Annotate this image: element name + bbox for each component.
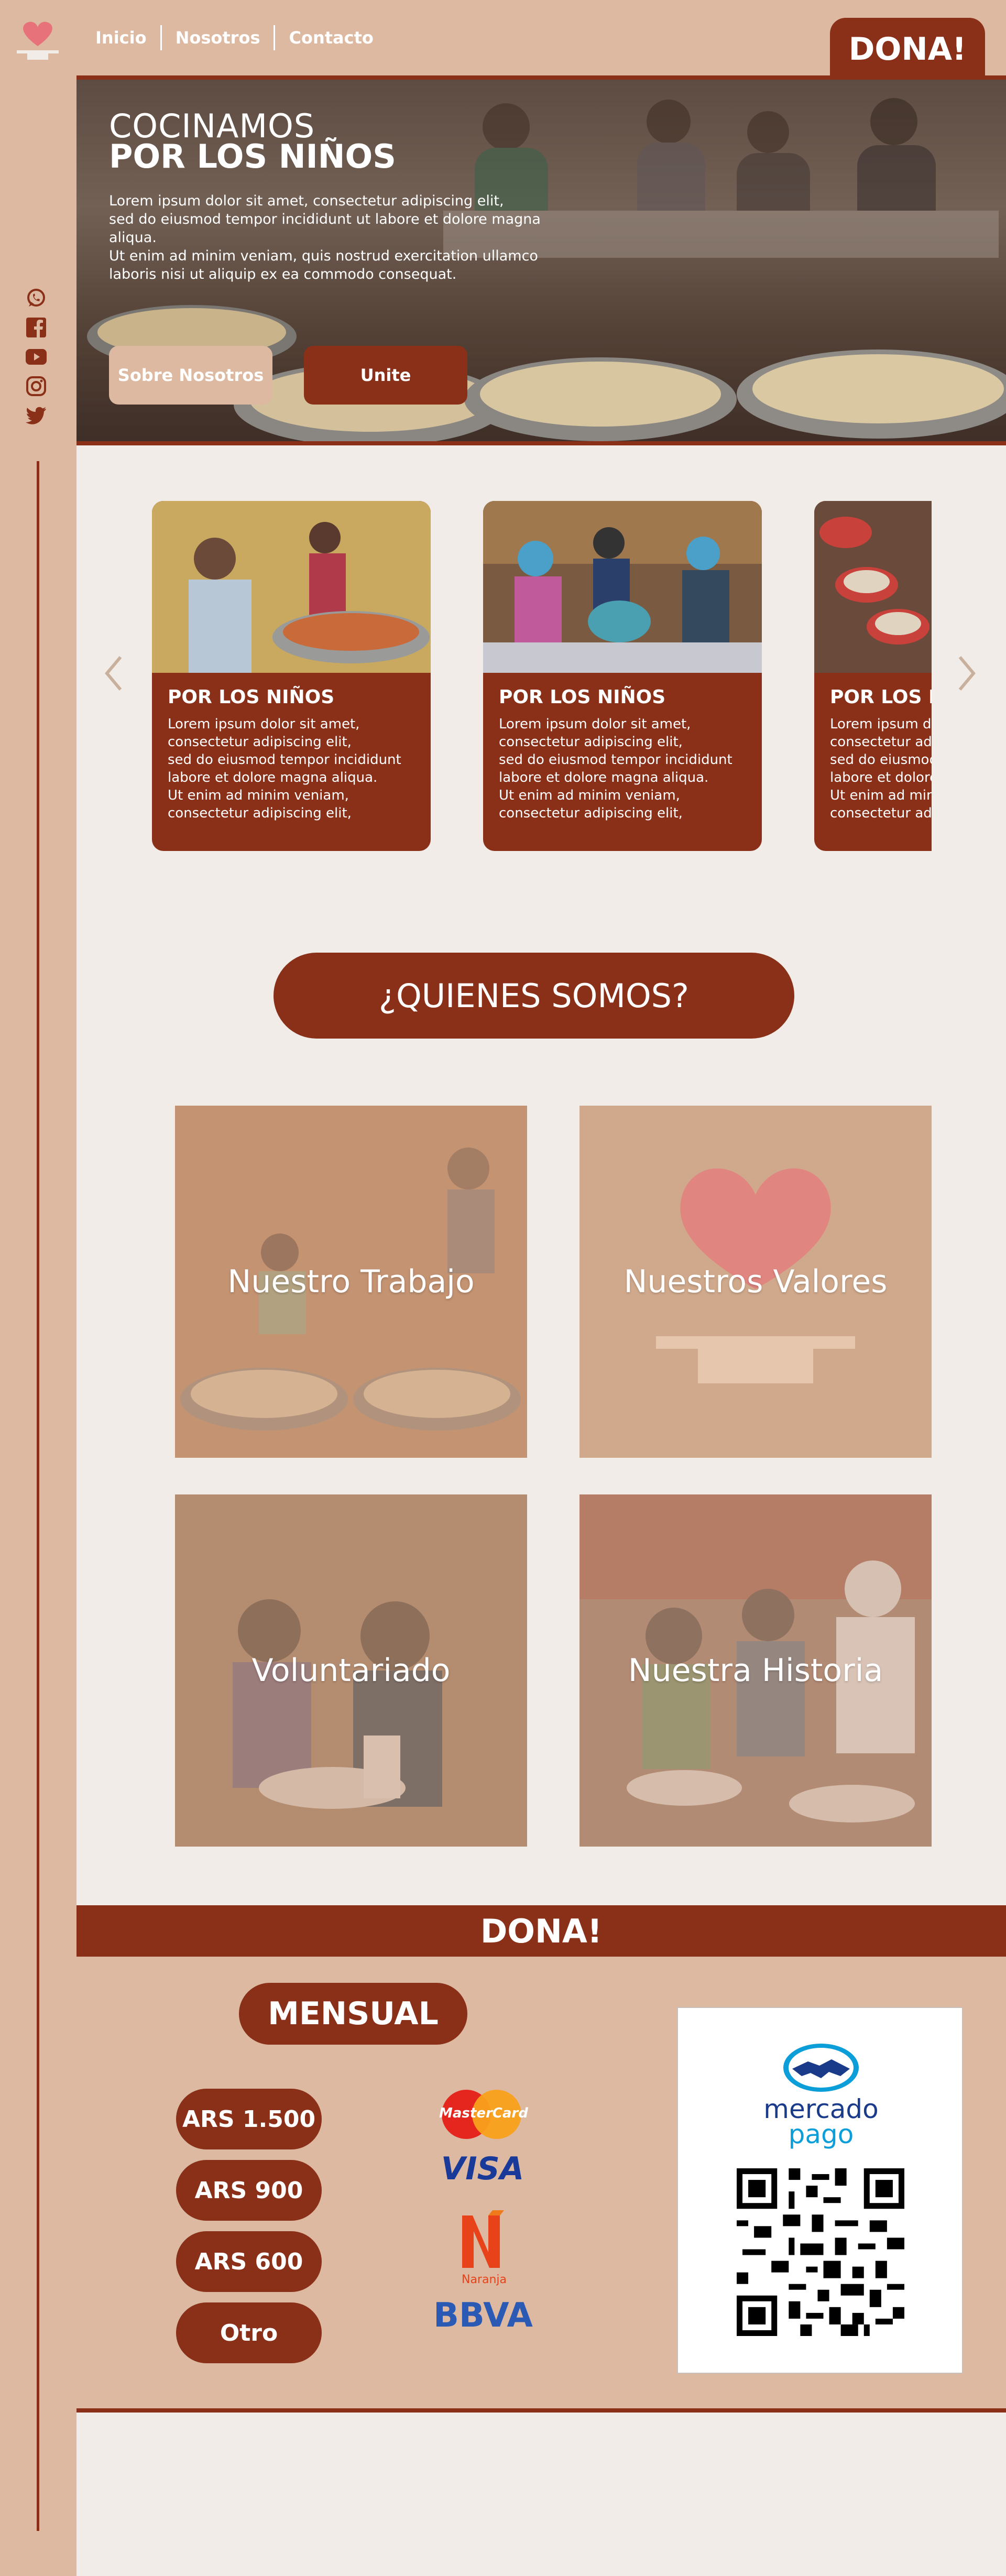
tile-nuestro-trabajo[interactable]: Nuestro Trabajo bbox=[175, 1106, 527, 1458]
carousel-card[interactable]: POR LOS NIÑOS Lorem ipsum dolor sit amet… bbox=[152, 501, 431, 851]
main-nav: Inicio Nosotros Contacto bbox=[82, 25, 387, 50]
card-photo bbox=[483, 501, 762, 673]
amount-1500-button[interactable]: ARS 1.500 bbox=[176, 2089, 322, 2149]
amount-600-button[interactable]: ARS 600 bbox=[176, 2231, 322, 2292]
tile-label: Nuestro Trabajo bbox=[227, 1263, 475, 1300]
mercadopago-text-line2: pago bbox=[788, 2119, 854, 2149]
tile-label: Voluntariado bbox=[252, 1652, 451, 1689]
bbva-logo[interactable]: BBVA bbox=[431, 2296, 535, 2338]
tile-nuestros-valores[interactable]: Nuestros Valores bbox=[579, 1106, 932, 1458]
card-text: Lorem ipsum dolor sit amet, consectetur … bbox=[499, 716, 732, 821]
card-photo bbox=[814, 501, 932, 673]
carousel-prev-arrow-icon[interactable] bbox=[103, 655, 124, 692]
donate-button[interactable]: DONA! bbox=[830, 18, 985, 81]
hero-description: Lorem ipsum dolor sit amet, consectetur … bbox=[109, 193, 541, 282]
mercadopago-qr-box[interactable]: mercado pago bbox=[677, 2007, 963, 2374]
amount-other-button[interactable]: Otro bbox=[176, 2302, 322, 2363]
carousel-card[interactable]: POR LOS NIÑOS Lorem ipsum dolor sit amet… bbox=[814, 501, 932, 851]
hero-banner: COCINAMOS POR LOS NIÑOS Lorem ipsum dolo… bbox=[76, 80, 1006, 441]
carousel-card[interactable]: POR LOS NIÑOS Lorem ipsum dolor sit amet… bbox=[483, 501, 762, 851]
social-links bbox=[25, 287, 50, 434]
about-us-button[interactable]: Sobre Nosotros bbox=[109, 346, 272, 405]
nav-contacto[interactable]: Contacto bbox=[275, 28, 387, 48]
visa-logo[interactable]: VISA bbox=[438, 2151, 527, 2187]
join-button[interactable]: Unite bbox=[304, 346, 467, 405]
footer-divider bbox=[76, 2408, 1006, 2413]
youtube-icon[interactable] bbox=[25, 346, 47, 368]
mastercard-text: MasterCard bbox=[439, 2105, 528, 2121]
mercadopago-handshake-icon bbox=[783, 2044, 859, 2092]
monthly-label[interactable]: MENSUAL bbox=[239, 1983, 467, 2045]
sidebar-divider bbox=[37, 461, 39, 2531]
card-title: POR LOS NIÑOS bbox=[830, 686, 932, 708]
logo-heart-icon[interactable] bbox=[13, 18, 63, 62]
mastercard-logo[interactable]: MasterCard bbox=[439, 2089, 528, 2140]
amount-900-button[interactable]: ARS 900 bbox=[176, 2160, 322, 2221]
card-title: POR LOS NIÑOS bbox=[168, 686, 335, 708]
donate-section-heading: DONA! bbox=[76, 1905, 1006, 1957]
tile-label: Nuestros Valores bbox=[624, 1263, 888, 1300]
nav-nosotros[interactable]: Nosotros bbox=[162, 28, 274, 48]
qr-code bbox=[737, 2168, 904, 2336]
carousel: POR LOS NIÑOS Lorem ipsum dolor sit amet… bbox=[152, 501, 932, 851]
naranja-text: Naranja bbox=[461, 2273, 507, 2286]
carousel-next-arrow-icon[interactable] bbox=[957, 655, 978, 692]
donate-section: MENSUAL ARS 1.500 ARS 900 ARS 600 Otro M… bbox=[76, 1957, 1006, 2410]
twitter-icon[interactable] bbox=[25, 405, 47, 427]
sidebar bbox=[0, 0, 76, 2576]
hero-bottom-line bbox=[76, 441, 1006, 445]
mercadopago-text-line1: mercado bbox=[763, 2094, 879, 2124]
whatsapp-icon[interactable] bbox=[25, 287, 47, 309]
card-text: Lorem ipsum dolor sit amet, consectetur … bbox=[830, 716, 932, 821]
tile-label: Nuestra Historia bbox=[628, 1652, 883, 1689]
naranja-icon bbox=[462, 2210, 504, 2268]
top-navbar: Inicio Nosotros Contacto DONA! bbox=[76, 0, 1006, 81]
instagram-icon[interactable] bbox=[25, 375, 47, 397]
card-text: Lorem ipsum dolor sit amet, consectetur … bbox=[168, 716, 401, 821]
tile-nuestra-historia[interactable]: Nuestra Historia bbox=[579, 1494, 932, 1847]
hero-title-line2: POR LOS NIÑOS bbox=[109, 137, 396, 176]
card-photo bbox=[152, 501, 431, 673]
naranja-logo[interactable]: Naranja bbox=[452, 2205, 517, 2289]
nav-inicio[interactable]: Inicio bbox=[82, 28, 160, 48]
facebook-icon[interactable] bbox=[25, 316, 47, 339]
tile-voluntariado[interactable]: Voluntariado bbox=[175, 1494, 527, 1847]
who-we-are-heading: ¿QUIENES SOMOS? bbox=[274, 953, 794, 1039]
card-title: POR LOS NIÑOS bbox=[499, 686, 666, 708]
